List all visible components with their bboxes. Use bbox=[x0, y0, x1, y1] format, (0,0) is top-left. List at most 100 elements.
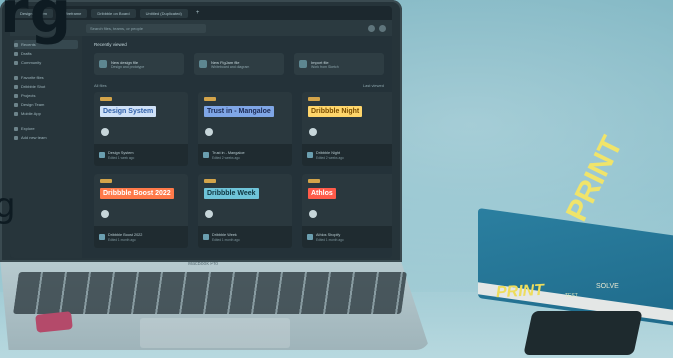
folder-icon bbox=[14, 93, 18, 98]
sidebar-item-label: Community bbox=[21, 60, 42, 65]
sidebar-item-design-team[interactable]: Design Team bbox=[14, 100, 78, 109]
thumbnail-title: Dribbble Night bbox=[308, 106, 363, 117]
file-edited: Edited 2 weeks ago bbox=[316, 155, 344, 160]
sidebar-item-label: Design Team bbox=[21, 102, 45, 107]
sidebar: Recents Drafts Community Favorite files … bbox=[10, 36, 82, 258]
file-card-footer: Dribbble Night Edited 2 weeks ago bbox=[302, 144, 392, 166]
file-name: Dribbble Boost 2022 bbox=[108, 232, 143, 237]
sidebar-item-label: Drafts bbox=[21, 51, 32, 56]
file-thumbnail: Dribbble Boost 2022 bbox=[94, 174, 188, 226]
thumbnail-title: Dribbble Boost 2022 bbox=[100, 188, 174, 199]
file-edited: Edited 1 month ago bbox=[316, 237, 344, 242]
tab-item[interactable]: Untitled (Duplicated) bbox=[139, 8, 188, 18]
tag-badge bbox=[308, 179, 320, 183]
file-type-icon bbox=[307, 234, 313, 240]
file-card[interactable]: Design System Design System Edited 1 week … bbox=[94, 92, 188, 166]
tag-badge bbox=[308, 97, 320, 101]
file-name: Athlos Shopify bbox=[316, 232, 341, 237]
main-content: Recently viewed New design file Design an… bbox=[86, 36, 392, 258]
new-design-file-button[interactable]: New design file Design and prototype bbox=[94, 53, 184, 75]
file-thumbnail: Dribbble Week bbox=[198, 174, 292, 226]
action-subtitle: Design and prototype bbox=[111, 64, 145, 69]
sort-dropdown[interactable]: Last viewed bbox=[363, 83, 384, 88]
avatar bbox=[101, 210, 109, 218]
file-thumbnail: Athlos bbox=[302, 174, 392, 226]
tag-badge bbox=[204, 179, 216, 183]
sidebar-item-favorites[interactable]: Favorite files bbox=[14, 73, 78, 82]
action-subtitle: Whiteboard and diagram bbox=[211, 64, 250, 69]
tab-item[interactable]: Dribbble on Board bbox=[91, 8, 136, 18]
sidebar-item-drafts[interactable]: Drafts bbox=[14, 49, 78, 58]
file-card-footer: Dribbble Boost 2022 Edited 1 month ago bbox=[94, 226, 188, 248]
import-file-button[interactable]: Import file Work from Sketch bbox=[294, 53, 384, 75]
quick-actions: New design file Design and prototype New … bbox=[94, 53, 384, 75]
notification-icon[interactable] bbox=[368, 24, 375, 32]
sidebar-item-label: Projects bbox=[21, 93, 36, 98]
sidebar-item-community[interactable]: Community bbox=[14, 58, 78, 67]
book-spine-small: TEST bbox=[565, 293, 578, 299]
overlay-heading: rg bbox=[0, 0, 73, 46]
book-spine-right: SOLVE bbox=[596, 283, 619, 290]
avatar[interactable] bbox=[379, 24, 386, 32]
new-tab-icon[interactable]: + bbox=[192, 10, 204, 16]
file-card-footer: Trust in - Mangaloe Edited 2 weeks ago bbox=[198, 144, 292, 166]
sidebar-item-add-team[interactable]: Add new team bbox=[14, 133, 78, 142]
avatar bbox=[309, 210, 317, 218]
file-name: Design System bbox=[108, 150, 134, 155]
file-thumbnail: Trust in - Mangaloe bbox=[198, 92, 292, 144]
sidebar-item-label: Explore bbox=[21, 126, 35, 131]
book-spine-title: PRINT bbox=[495, 281, 545, 302]
plus-icon bbox=[14, 135, 18, 140]
file-icon bbox=[14, 111, 18, 116]
file-card[interactable]: Dribbble Night Dribbble Night Edited 2 wee… bbox=[302, 92, 392, 166]
file-edited: Edited 1 week ago bbox=[108, 155, 135, 160]
file-thumbnail: Dribbble Night bbox=[302, 92, 392, 144]
file-type-icon bbox=[203, 152, 209, 158]
file-card[interactable]: Trust in - Mangaloe Trust in - Mangaloe Ed… bbox=[198, 92, 292, 166]
thumbnail-title: Athlos bbox=[308, 188, 336, 199]
file-edited: Edited 1 month ago bbox=[212, 237, 240, 242]
thumbnail-title: Design System bbox=[100, 106, 157, 117]
sidebar-item-mobile-app[interactable]: Mobile App bbox=[14, 109, 78, 118]
thumbnail-title: Trust in - Mangaloe bbox=[204, 106, 274, 117]
file-card-footer: Athlos Shopify Edited 1 month ago bbox=[302, 226, 392, 248]
file-thumbnail: Design System bbox=[94, 92, 188, 144]
thumbnail-title: Dribbble Week bbox=[204, 188, 259, 199]
import-icon bbox=[299, 60, 307, 68]
sidebar-item-explore[interactable]: Explore bbox=[14, 124, 78, 133]
trackpad bbox=[140, 318, 290, 348]
overlay-side-text: g bbox=[0, 186, 16, 226]
file-icon bbox=[14, 51, 18, 56]
laptop-sticker bbox=[35, 311, 73, 333]
file-type-icon bbox=[99, 234, 105, 240]
star-icon bbox=[14, 75, 18, 80]
action-subtitle: Work from Sketch bbox=[311, 64, 339, 69]
file-name: Trust in - Mangaloe bbox=[212, 150, 245, 155]
sidebar-item-label: Add new team bbox=[21, 135, 47, 140]
file-name: Dribbble Night bbox=[316, 150, 341, 155]
file-card[interactable]: Dribbble Week Dribbble Week Edited 1 month… bbox=[198, 174, 292, 248]
sidebar-item-label: Favorite files bbox=[21, 75, 44, 80]
file-type-icon bbox=[203, 234, 209, 240]
avatar bbox=[205, 128, 213, 136]
new-figjam-file-button[interactable]: New FigJam file Whiteboard and diagram bbox=[194, 53, 284, 75]
sidebar-item-shot[interactable]: Dribbble Shot bbox=[14, 82, 78, 91]
tag-badge bbox=[100, 97, 112, 101]
file-card[interactable]: Dribbble Boost 2022 Dribbble Boost 2022 Ed… bbox=[94, 174, 188, 248]
search-input[interactable]: Search files, teams, or people bbox=[86, 23, 206, 33]
sidebar-item-projects[interactable]: Projects bbox=[14, 91, 78, 100]
filter-dropdown[interactable]: All files bbox=[94, 83, 107, 88]
avatar bbox=[101, 128, 109, 136]
file-card[interactable]: Athlos Athlos Shopify Edited 1 month ago bbox=[302, 174, 392, 248]
compass-icon bbox=[14, 126, 18, 131]
file-edited: Edited 1 month ago bbox=[108, 237, 136, 242]
file-name: Dribbble Week bbox=[212, 232, 237, 237]
keyboard bbox=[13, 272, 407, 314]
file-type-icon bbox=[99, 152, 105, 158]
page-title: Recently viewed bbox=[94, 42, 127, 47]
sidebar-item-label: Dribbble Shot bbox=[21, 84, 46, 89]
globe-icon bbox=[14, 60, 18, 65]
file-grid: Design System Design System Edited 1 week … bbox=[94, 92, 392, 248]
avatar bbox=[205, 210, 213, 218]
tag-badge bbox=[204, 97, 216, 101]
